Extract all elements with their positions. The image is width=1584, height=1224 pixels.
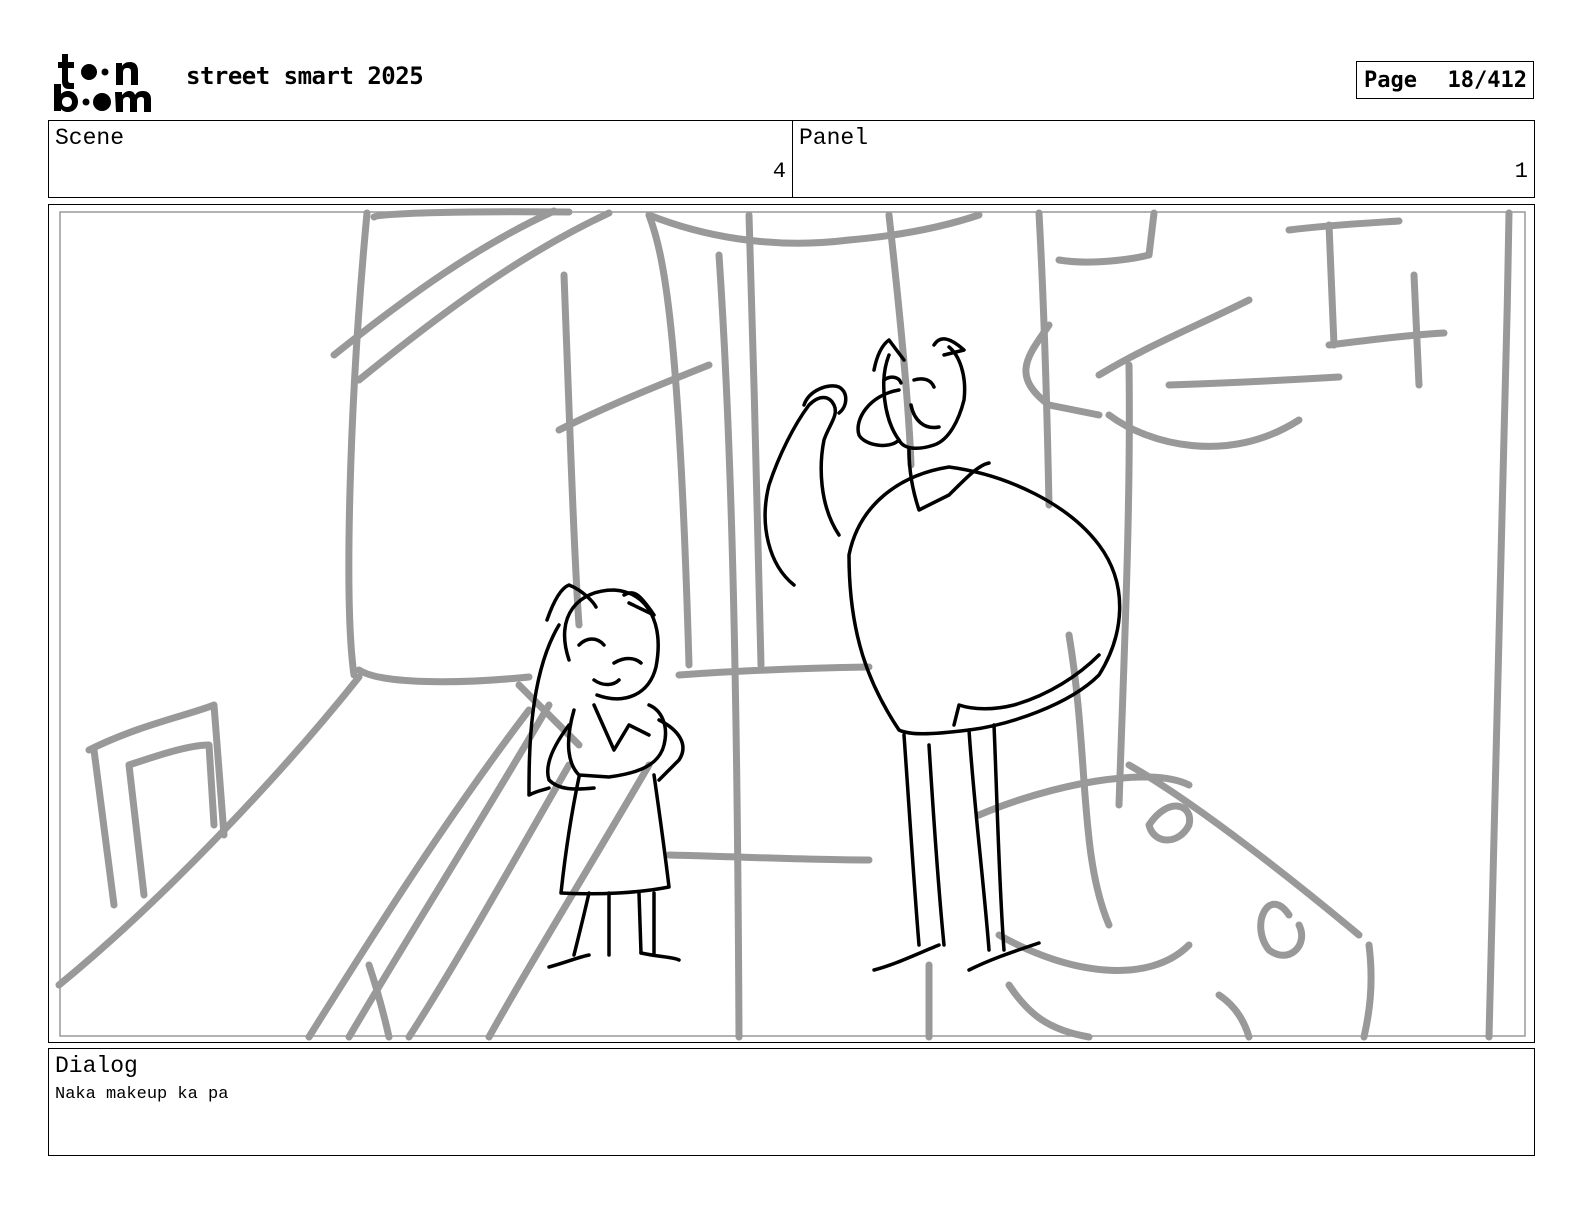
rough-background (55, 207, 1513, 1041)
dialog-box: Dialog Naka makeup ka pa (48, 1048, 1535, 1156)
dogman-grin (909, 403, 941, 430)
page-label: Page (1364, 67, 1417, 93)
girl-mouth (592, 678, 621, 687)
girl-feet (547, 951, 681, 969)
dogman-head (882, 345, 967, 451)
girl-ear-right (622, 591, 656, 617)
girl-collar (592, 703, 651, 752)
page-indicator: Page 18/412 (1356, 61, 1534, 99)
characters (527, 337, 1122, 972)
dogman-arm-raised (763, 395, 841, 587)
girl-eyes (577, 637, 643, 665)
page-number: 18/412 (1447, 67, 1527, 93)
dialog-text: Naka makeup ka pa (55, 1085, 229, 1104)
panel-cell: Panel 1 (793, 121, 1534, 197)
girl-ear-left (545, 583, 598, 622)
safe-area-guide (59, 211, 1526, 1037)
panel-label: Panel (799, 125, 869, 151)
dialog-label: Dialog (55, 1053, 138, 1079)
dogman-neck (907, 448, 991, 512)
girl-skirt (559, 773, 671, 896)
scene-cell: Scene 4 (49, 121, 793, 197)
toon-boom-logo (54, 54, 151, 112)
scene-number: 4 (772, 159, 786, 184)
dogman-fist (802, 384, 848, 415)
storyboard-frame (48, 204, 1535, 1043)
scene-label: Scene (55, 125, 125, 151)
dogman-snout (856, 388, 901, 448)
panel-number: 1 (1514, 159, 1528, 184)
project-title: street smart 2025 (186, 62, 424, 90)
girl-legs (572, 891, 656, 957)
scene-panel-row: Scene 4 Panel 1 (48, 120, 1535, 198)
storyboard-sketch (55, 207, 1526, 1041)
dogman-legs (902, 723, 1006, 952)
